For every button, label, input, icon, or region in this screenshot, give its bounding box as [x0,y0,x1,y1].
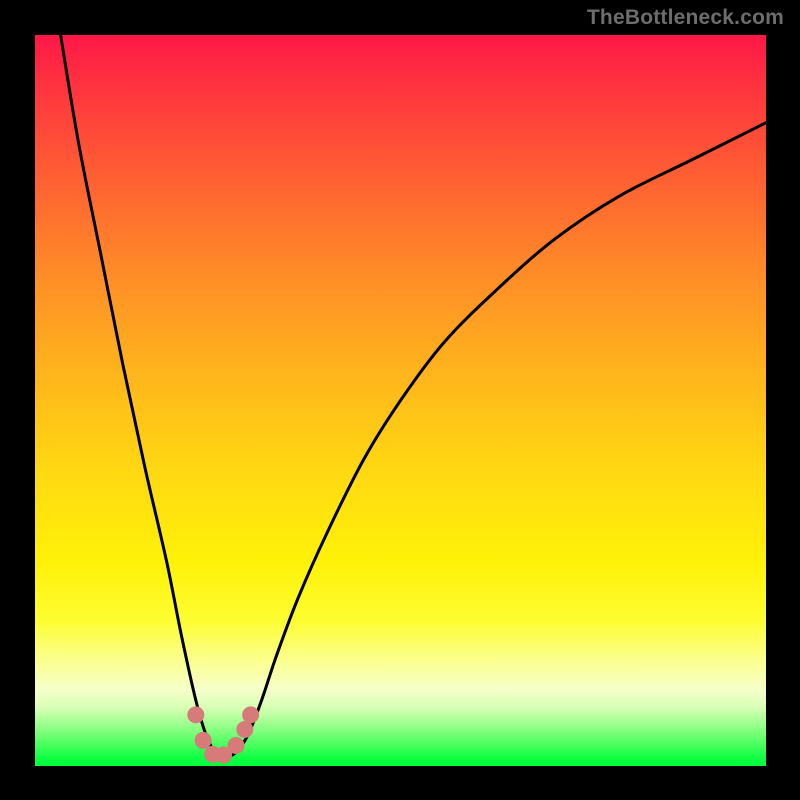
curve-marker [195,732,212,749]
chart-svg [35,35,766,766]
chart-frame: TheBottleneck.com [0,0,800,800]
watermark-text: TheBottleneck.com [587,6,784,30]
bottleneck-curve [61,35,766,757]
chart-plot-area [35,35,766,766]
curve-marker [228,737,245,754]
curve-marker [187,706,204,723]
curve-marker [236,721,253,738]
curve-marker [242,706,259,723]
curve-markers [187,706,259,763]
